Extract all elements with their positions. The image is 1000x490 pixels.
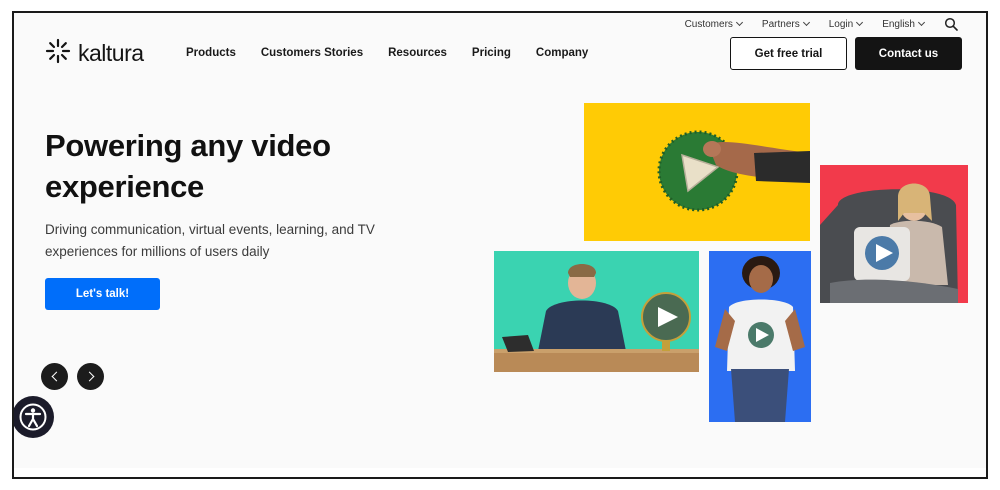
logo-text: kaltura xyxy=(78,40,144,66)
presenter-desk-illustration xyxy=(494,264,699,372)
chevron-down-icon xyxy=(917,18,926,27)
carousel-next-button[interactable] xyxy=(77,363,104,390)
chevron-right-icon xyxy=(84,371,94,382)
section-divider xyxy=(14,468,986,477)
utility-bar: Customers Partners Login English xyxy=(685,16,958,32)
kaltura-burst-icon xyxy=(45,38,71,69)
nav-resources[interactable]: Resources xyxy=(388,47,447,59)
chevron-left-icon xyxy=(51,371,61,382)
woman-tshirt-illustration xyxy=(715,256,805,422)
nav-pricing[interactable]: Pricing xyxy=(472,47,511,59)
accessibility-icon xyxy=(19,403,47,431)
utility-partners[interactable]: Partners xyxy=(761,18,810,30)
lets-talk-button[interactable]: Let's talk! xyxy=(45,278,160,310)
get-free-trial-button[interactable]: Get free trial xyxy=(730,37,847,70)
chevron-down-icon xyxy=(802,18,810,27)
nav-customers-stories[interactable]: Customers Stories xyxy=(261,47,363,59)
kaltura-logo[interactable]: kaltura xyxy=(45,38,144,69)
search-icon[interactable] xyxy=(944,17,958,31)
utility-label: Partners xyxy=(761,18,800,30)
main-nav: Products Customers Stories Resources Pri… xyxy=(186,47,588,59)
utility-login[interactable]: Login xyxy=(828,18,864,30)
chevron-down-icon xyxy=(856,18,864,27)
accessibility-button[interactable] xyxy=(14,396,54,438)
video-tile-blue[interactable] xyxy=(709,251,811,422)
page: Customers Partners Login English kaltura… xyxy=(14,13,986,477)
utility-customers[interactable]: Customers xyxy=(684,18,743,30)
video-tile-green[interactable] xyxy=(494,251,699,372)
nav-products[interactable]: Products xyxy=(186,47,236,59)
browser-frame: Customers Partners Login English kaltura… xyxy=(12,11,988,479)
utility-label: English xyxy=(882,18,915,30)
chevron-down-icon xyxy=(735,18,743,27)
video-tile-yellow[interactable] xyxy=(584,103,810,241)
utility-label: Customers xyxy=(684,18,733,30)
play-sticker-illustration xyxy=(657,130,810,212)
hero-subtitle: Driving communication, virtual events, l… xyxy=(45,222,375,259)
nav-company[interactable]: Company xyxy=(536,47,588,59)
video-tile-red[interactable] xyxy=(820,165,968,303)
carousel-prev-button[interactable] xyxy=(41,363,68,390)
woman-on-chair-illustration xyxy=(820,183,958,303)
utility-label: Login xyxy=(828,18,854,30)
hero-title: Powering any video experience xyxy=(45,128,331,204)
contact-us-button[interactable]: Contact us xyxy=(855,37,962,70)
utility-language[interactable]: English xyxy=(882,18,926,30)
